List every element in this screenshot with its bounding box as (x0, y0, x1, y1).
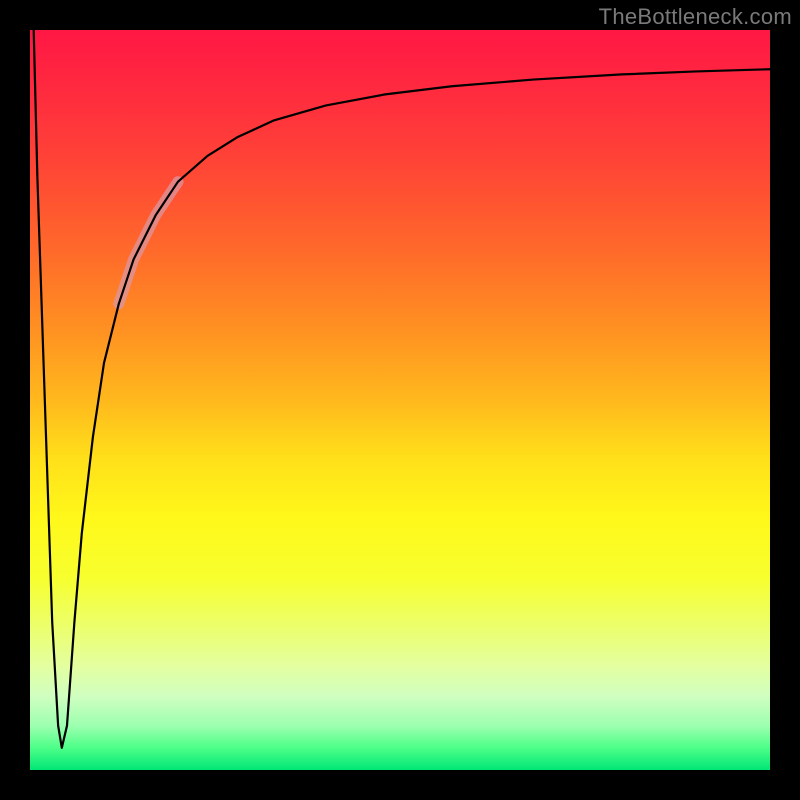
curve-line (34, 30, 770, 748)
watermark-text: TheBottleneck.com (599, 4, 792, 30)
curve-highlight (119, 182, 178, 304)
plot-area (30, 30, 770, 770)
chart-container: TheBottleneck.com (0, 0, 800, 800)
plot-svg (30, 30, 770, 770)
